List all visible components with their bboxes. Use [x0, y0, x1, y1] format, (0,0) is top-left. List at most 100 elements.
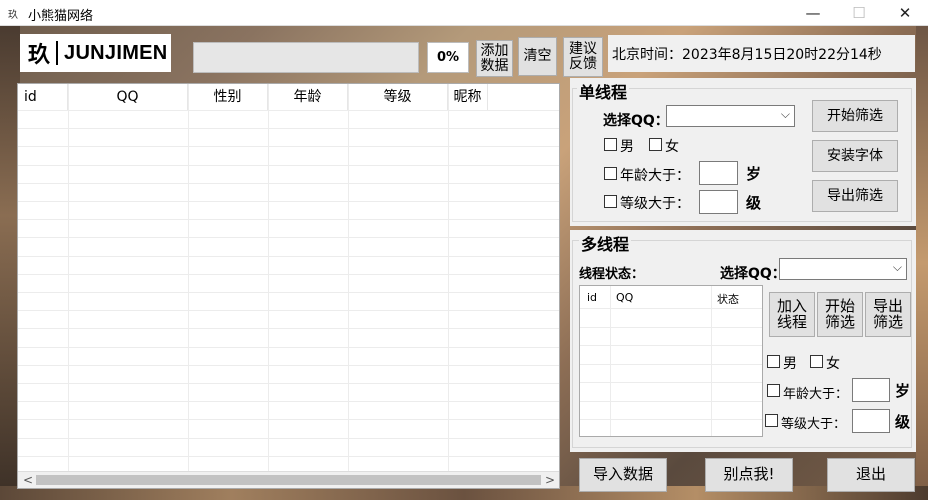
- multi-age-input[interactable]: [852, 378, 890, 402]
- window-title: 小熊猫网络: [28, 9, 94, 24]
- grid-row-line: [18, 364, 559, 366]
- install-font-button[interactable]: 安装字体: [812, 140, 898, 172]
- single-start-filter-label: 开始筛选: [827, 107, 883, 124]
- grid-row-line: [18, 310, 559, 312]
- grid-row-line: [18, 237, 559, 239]
- feedback-label-2: 反馈: [569, 56, 597, 72]
- horizontal-scrollbar[interactable]: < >: [18, 471, 559, 488]
- multi-level-checkbox[interactable]: [765, 414, 778, 427]
- multi-export-filter-button[interactable]: 导出 筛选: [865, 292, 911, 337]
- multi-age-unit: 岁: [895, 382, 911, 400]
- dont-click-button[interactable]: 别点我!: [705, 458, 793, 492]
- multi-age-label: 年龄大于：: [783, 387, 849, 402]
- grid-column-line: [68, 84, 69, 472]
- multi-male-checkbox[interactable]: [767, 355, 780, 368]
- multi-level-unit: 级: [895, 413, 911, 431]
- chevron-down-icon: ⌵: [892, 260, 902, 274]
- multi-male-label: 男: [783, 356, 797, 372]
- minimize-icon: —: [805, 4, 821, 22]
- grid-row-line: [18, 328, 559, 330]
- add-data-label-2: 数据: [480, 57, 509, 74]
- exit-label: 退出: [855, 465, 886, 484]
- data-table[interactable]: id QQ 性别 年龄 等级 昵称 < >: [17, 83, 560, 489]
- grid-row-line: [18, 292, 559, 293]
- thread-grid-row-line: [580, 382, 762, 383]
- single-male-checkbox[interactable]: [604, 138, 617, 151]
- multi-start-filter-button[interactable]: 开始 筛选: [817, 292, 863, 337]
- single-export-filter-label: 导出筛选: [827, 187, 883, 204]
- feedback-label-1: 建议: [569, 41, 597, 58]
- exit-button[interactable]: 退出: [827, 458, 915, 492]
- logo: 玖 JUNJIMEN: [20, 34, 171, 72]
- single-select-qq[interactable]: ⌵: [666, 105, 795, 127]
- single-export-filter-button[interactable]: 导出筛选: [812, 180, 898, 212]
- single-age-label: 年龄大于：: [620, 168, 690, 184]
- multi-select-qq[interactable]: ⌵: [779, 258, 907, 280]
- column-header-qq[interactable]: QQ: [68, 84, 188, 110]
- thread-grid-row-line: [580, 326, 762, 328]
- maximize-button[interactable]: ☐: [836, 0, 882, 26]
- single-female-label: 女: [665, 139, 679, 155]
- column-header-gender[interactable]: 性别: [188, 84, 268, 110]
- grid-row-line: [18, 146, 559, 148]
- multi-level-input[interactable]: [852, 409, 890, 433]
- single-level-label: 等级大于：: [620, 196, 690, 212]
- grid-row-line: [18, 346, 559, 348]
- close-button[interactable]: ✕: [882, 0, 928, 26]
- multi-female-checkbox[interactable]: [810, 355, 823, 368]
- logo-brand: JUNJIMEN: [64, 41, 168, 64]
- multi-age-checkbox[interactable]: [767, 384, 780, 397]
- single-age-checkbox[interactable]: [604, 167, 617, 180]
- clear-button[interactable]: 清空: [518, 37, 557, 76]
- multi-export-label-2: 筛选: [872, 312, 903, 331]
- import-data-label: 导入数据: [592, 465, 653, 484]
- chevron-down-icon: ⌵: [780, 107, 790, 121]
- multi-thread-title: 多线程: [579, 231, 632, 255]
- add-data-button[interactable]: 添加 数据: [476, 40, 513, 77]
- single-female-checkbox[interactable]: [649, 138, 662, 151]
- add-thread-button[interactable]: 加入 线程: [769, 292, 815, 337]
- grid-column-line: [268, 84, 269, 472]
- add-thread-label-2: 线程: [776, 312, 807, 331]
- thread-grid-row-line: [580, 345, 762, 346]
- column-header-id[interactable]: id: [18, 84, 68, 110]
- single-level-unit: 级: [746, 194, 762, 212]
- thread-table[interactable]: id QQ 状态: [579, 285, 763, 437]
- grid-column-line: [448, 84, 449, 472]
- progress-percent: 0%: [427, 42, 469, 73]
- scroll-thumb[interactable]: [36, 475, 541, 485]
- grid-row-line: [18, 110, 559, 111]
- column-header-age[interactable]: 年龄: [268, 84, 348, 110]
- grid-row-line: [18, 128, 559, 130]
- multi-start-label-2: 筛选: [824, 312, 855, 331]
- thread-column-id[interactable]: id: [587, 291, 597, 304]
- column-header-level[interactable]: 等级: [348, 84, 448, 110]
- grid-row-line: [18, 219, 559, 221]
- grid-row-line: [18, 437, 559, 439]
- import-data-button[interactable]: 导入数据: [579, 458, 667, 492]
- column-header-nickname[interactable]: 昵称: [448, 84, 488, 110]
- single-level-checkbox[interactable]: [604, 195, 617, 208]
- single-level-input[interactable]: [699, 190, 738, 214]
- thread-column-status[interactable]: 状态: [717, 291, 739, 307]
- thread-grid-row-line: [580, 363, 762, 365]
- thread-column-qq[interactable]: QQ: [616, 291, 633, 304]
- beijing-time: 北京时间：2023年8月15日20时22分14秒: [608, 35, 915, 72]
- close-icon: ✕: [898, 4, 912, 22]
- app-icon: 玖: [8, 10, 18, 21]
- scroll-left-icon[interactable]: <: [23, 473, 33, 487]
- minimize-button[interactable]: —: [790, 0, 836, 26]
- single-start-filter-button[interactable]: 开始筛选: [812, 100, 898, 132]
- install-font-label: 安装字体: [827, 147, 883, 164]
- grid-row-line: [18, 182, 559, 184]
- single-thread-panel: 单线程 选择QQ： ⌵ 男 女 年龄大于： 岁 等级大于： 级 开始筛选 安装字…: [570, 78, 916, 226]
- thread-grid-row-line: [580, 308, 762, 309]
- thread-status-label: 线程状态：: [579, 267, 645, 282]
- single-age-input[interactable]: [699, 161, 738, 185]
- single-select-qq-label: 选择QQ：: [603, 113, 669, 129]
- thread-grid-row-line: [580, 419, 762, 420]
- thread-grid-row-line: [580, 400, 762, 402]
- scroll-right-icon[interactable]: >: [545, 473, 555, 487]
- feedback-button[interactable]: 建议 反馈: [563, 37, 603, 77]
- beijing-time-text: 北京时间：2023年8月15日20时22分14秒: [612, 46, 882, 63]
